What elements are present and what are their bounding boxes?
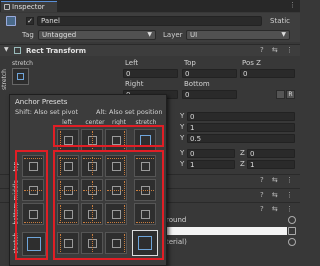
preset-bottom-right[interactable] [105,203,127,225]
scale-z-label: Z [240,160,245,168]
foldout-arrow-icon[interactable]: ▼ [4,46,9,53]
preset-top-left[interactable] [57,155,79,177]
preset-bottom-none[interactable] [22,203,44,225]
row-label-bottom: bottom [12,202,20,225]
row-label-stretch: stretch [12,232,20,254]
object-picker-icon[interactable] [288,216,296,224]
anchor-max-y-label: Y [180,123,185,131]
column-label-left: left [62,119,72,126]
top-label: Top [184,59,196,67]
preset-middle-right[interactable] [105,179,127,201]
row-label-top: top [12,161,20,172]
column-label-stretch: stretch [135,119,157,126]
preset-top-none[interactable] [22,155,44,177]
preset-stretch-none[interactable] [22,232,46,256]
preset-top-stretch[interactable] [134,155,156,177]
tag-layer-row: Tag Untagged ▼ Layer UI ▼ [0,29,300,42]
preset-middle-left[interactable] [57,179,79,201]
rotation-y-field[interactable]: 0 [187,149,235,158]
scale-y-label: Y [180,160,185,168]
column-label-right: right [111,119,127,126]
preset-stretch-left[interactable] [57,232,79,254]
bottom-field[interactable]: 0 [182,90,237,99]
eyedropper-icon[interactable] [288,227,296,235]
preset-middle-none[interactable] [22,179,44,201]
column-label-center: center [85,119,105,126]
rect-transform-title: Rect Transform [26,47,87,55]
static-label[interactable]: Static [270,16,290,26]
preset-middle-center[interactable] [81,179,103,201]
raw-edit-button[interactable] [276,90,285,99]
preset-none-left[interactable] [57,129,79,151]
popup-title: Anchor Presets [15,98,68,106]
preset-bottom-stretch[interactable] [134,203,156,225]
source-image-value[interactable]: round [166,216,186,225]
component-menu-icons[interactable]: ? ⇆ ⋮ [260,191,296,199]
scale-y-field[interactable]: 1 [187,160,235,169]
preset-stretch-stretch[interactable] [132,230,158,256]
name-field[interactable]: Panel [37,16,262,26]
inspector-tab-bar: Inspector ⋮ [0,0,300,12]
chevron-down-icon: ▼ [147,31,152,38]
chevron-down-icon: ▼ [281,31,286,38]
active-checkbox[interactable]: ✓ [26,17,34,25]
rotation-y-label: Y [180,149,185,157]
tab-inspector-label: Inspector [12,3,45,11]
rotation-z-field[interactable]: 0 [247,149,295,158]
rect-transform-icon [14,47,21,54]
rect-transform-header[interactable]: ▼ Rect Transform ? ⇆ ⋮ [0,44,300,56]
scale-z-field[interactable]: 1 [247,160,295,169]
object-picker-icon[interactable] [288,238,296,246]
component-menu-icons[interactable]: ? ⇆ ⋮ [260,46,296,54]
tab-inspector[interactable]: Inspector [1,1,57,12]
layer-value: UI [190,31,198,39]
anchor-preset-icon [17,73,24,80]
preset-top-center[interactable] [81,155,103,177]
tag-value: Untagged [42,31,77,39]
reset-button[interactable]: R [286,90,295,99]
gameobject-icon [6,16,16,26]
anchor-presets-popup: Anchor Presets Shift: Also set pivot Alt… [9,94,167,266]
preset-top-right[interactable] [105,155,127,177]
left-label: Left [125,59,139,67]
anchor-max-y-field[interactable]: 1 [187,123,295,132]
bottom-label: Bottom [184,80,210,88]
gameobject-header: ✓ Panel Static [0,13,300,29]
horizontal-stretch-label: stretch [12,60,33,67]
preset-none-right[interactable] [105,129,127,151]
posz-label: Pos Z [242,59,261,67]
preset-none-center[interactable] [81,129,103,151]
alt-hint: Alt: Also set position [96,108,163,116]
anchor-preset-button[interactable] [12,68,29,85]
material-value[interactable]: terial) [166,238,187,247]
tag-label: Tag [22,31,34,39]
pivot-y-field[interactable]: 0.5 [187,134,295,143]
tag-dropdown[interactable]: Untagged ▼ [38,30,156,40]
anchor-min-y-field[interactable]: 0 [187,112,295,121]
shift-hint: Shift: Also set pivot [15,108,79,116]
preset-bottom-center[interactable] [81,203,103,225]
row-label-middle: middle [12,180,20,201]
rotation-z-label: Z [240,149,245,157]
layer-dropdown[interactable]: UI ▼ [186,30,290,40]
preset-bottom-left[interactable] [57,203,79,225]
preset-stretch-right[interactable] [105,232,127,254]
vertical-stretch-label: stretch [1,69,8,90]
more-options-icon[interactable]: ⋮ [289,1,296,9]
posz-field[interactable]: 0 [240,69,295,78]
component-menu-icons[interactable]: ? ⇆ ⋮ [260,176,296,184]
inspector-icon [4,4,10,10]
right-label: Right [125,80,144,88]
component-menu-icons[interactable]: ? ⇆ ⋮ [260,205,296,213]
preset-stretch-center[interactable] [81,232,103,254]
pivot-y-label: Y [180,134,185,142]
preset-middle-stretch[interactable] [134,179,156,201]
top-field[interactable]: 0 [182,69,237,78]
left-field[interactable]: 0 [123,69,178,78]
anchor-min-y-label: Y [180,112,185,120]
color-field[interactable] [166,227,287,235]
preset-none-stretch[interactable] [134,129,156,151]
layer-label: Layer [163,31,183,39]
